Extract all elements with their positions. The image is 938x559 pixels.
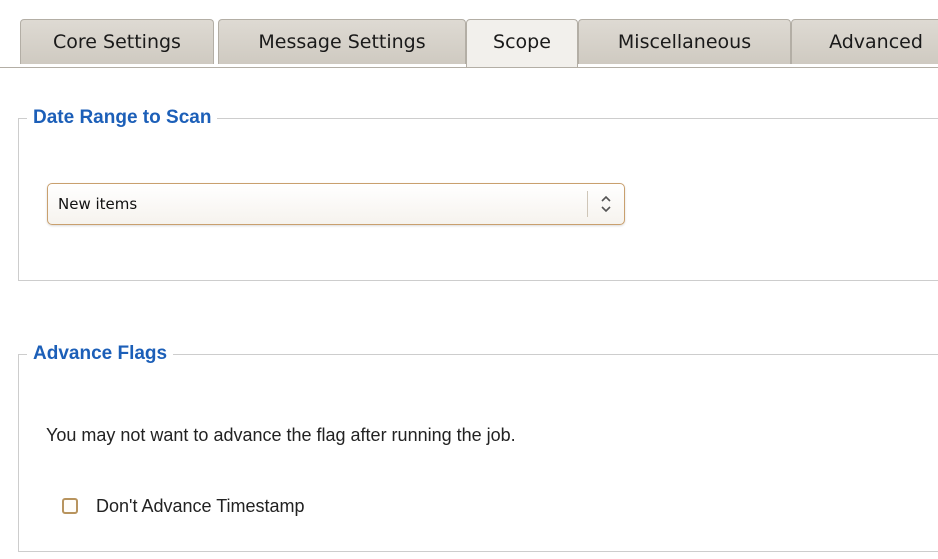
tab-advanced[interactable]: Advanced — [791, 19, 938, 64]
dont-advance-timestamp-option[interactable]: Don't Advance Timestamp — [62, 494, 305, 518]
advance-flags-description: You may not want to advance the flag aft… — [46, 425, 516, 445]
advance-flags-fieldset: Advance Flags You may not want to advanc… — [18, 342, 938, 552]
tab-message-settings[interactable]: Message Settings — [218, 19, 466, 64]
date-range-select[interactable]: New items — [47, 183, 625, 225]
tab-scope[interactable]: Scope — [466, 19, 578, 67]
advance-flags-legend: Advance Flags — [27, 342, 174, 366]
select-divider — [587, 191, 588, 217]
date-range-legend: Date Range to Scan — [27, 106, 218, 130]
updown-arrows-icon — [601, 195, 611, 213]
dont-advance-timestamp-label[interactable]: Don't Advance Timestamp — [96, 496, 305, 517]
tab-divider — [0, 67, 938, 68]
tab-core-settings[interactable]: Core Settings — [20, 19, 214, 64]
dont-advance-timestamp-checkbox[interactable] — [62, 498, 78, 514]
date-range-fieldset: Date Range to Scan New items — [18, 106, 938, 281]
tab-miscellaneous[interactable]: Miscellaneous — [578, 19, 791, 64]
tab-bar: Core Settings Message Settings Scope Mis… — [20, 19, 938, 67]
date-range-select-value: New items — [58, 195, 138, 213]
